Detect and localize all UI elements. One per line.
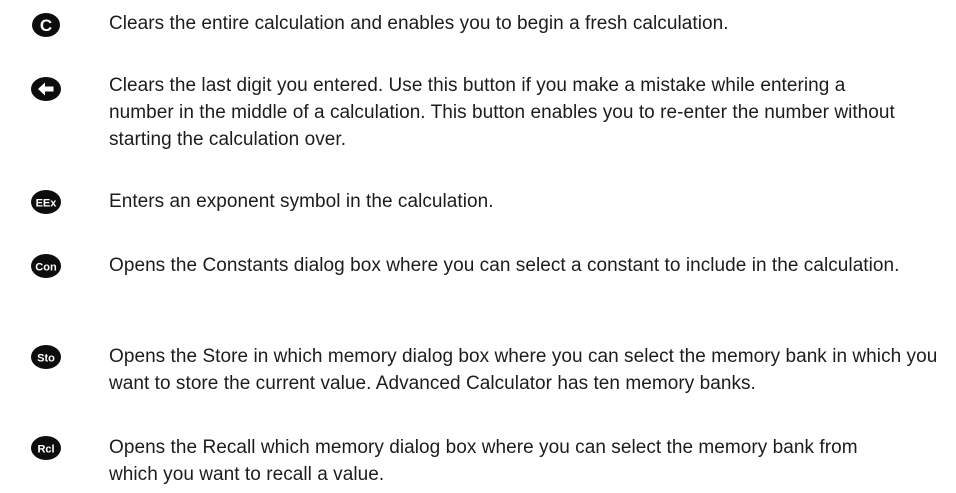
calculator-buttons-reference: C Clears the entire calculation and enab… — [0, 0, 956, 493]
store-memory-description: Opens the Store in which memory dialog b… — [109, 346, 938, 394]
clear-all-icon: C — [30, 12, 62, 38]
store-memory-icon: Sto — [30, 344, 62, 370]
svg-text:Sto: Sto — [37, 353, 55, 365]
constants-icon: Con — [30, 253, 62, 279]
backspace-description: Clears the last digit you entered. Use t… — [109, 75, 895, 150]
svg-text:Rcl: Rcl — [37, 444, 54, 456]
svg-text:Con: Con — [35, 262, 57, 274]
recall-memory-icon: Rcl — [30, 435, 62, 461]
backspace-arrow-icon — [30, 76, 62, 102]
recall-memory-description: Opens the Recall which memory dialog box… — [109, 437, 858, 485]
svg-text:C: C — [40, 16, 52, 35]
svg-text:EEx: EEx — [36, 198, 58, 210]
clear-all-description: Clears the entire calculation and enable… — [109, 13, 729, 34]
exponent-description: Enters an exponent symbol in the calcula… — [109, 191, 494, 212]
exponent-icon: EEx — [30, 189, 62, 215]
constants-description: Opens the Constants dialog box where you… — [109, 255, 900, 276]
